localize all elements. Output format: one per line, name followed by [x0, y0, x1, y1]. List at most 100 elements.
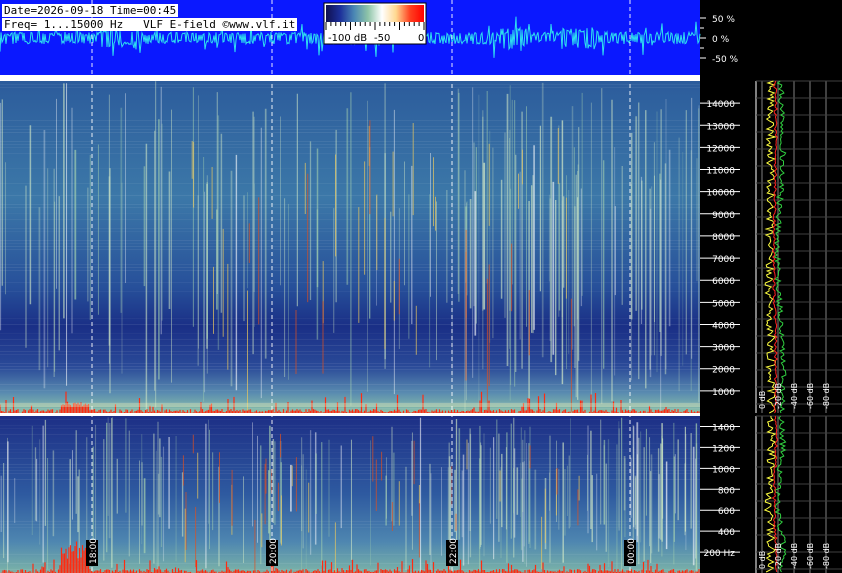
frequency-tick-label: 12000	[706, 144, 735, 154]
time-label-group: 22:00	[446, 538, 459, 566]
texture-row	[0, 270, 700, 271]
texture-row	[0, 318, 700, 319]
frequency-tick-label: 200 Hz	[703, 549, 735, 559]
colorbar-label: 0	[418, 33, 424, 44]
frequency-tick-label: 5000	[712, 299, 735, 309]
texture-row	[0, 390, 700, 391]
profile-tick-group: -40 dB	[790, 543, 799, 569]
texture-row	[0, 449, 700, 450]
texture-row	[0, 84, 700, 85]
texture-row	[0, 345, 700, 346]
colorbar-label: -50	[374, 33, 390, 44]
profile-tick-label: 0 dB	[758, 551, 767, 569]
texture-row	[0, 443, 700, 444]
profile-tick-group: -60 dB	[806, 383, 815, 409]
texture-row	[0, 87, 700, 88]
frequency-tick-label: 400	[718, 528, 735, 538]
texture-row	[0, 524, 700, 525]
texture-row	[0, 144, 700, 145]
texture-row	[0, 425, 700, 426]
frequency-tick-label: 14000	[706, 100, 735, 110]
texture-row	[0, 204, 700, 205]
texture-row	[0, 132, 700, 133]
texture-row	[0, 243, 700, 244]
frequency-tick-label: 10000	[706, 189, 735, 199]
colorbar: -100 dB -50 0	[323, 2, 427, 45]
texture-row	[0, 147, 700, 148]
time-label: 20:00	[269, 538, 279, 564]
profile-tick-label: -20 dB	[774, 383, 783, 409]
frequency-tick-label: 4000	[712, 321, 735, 331]
profile-tick-label: 0 dB	[758, 391, 767, 409]
texture-row	[0, 452, 700, 453]
frequency-tick-label: 6000	[712, 277, 735, 287]
spectrogram-lowband	[0, 416, 700, 573]
spectrogram-lowband-background	[0, 416, 700, 573]
texture-row	[0, 207, 700, 208]
profile-tick-group: 0 dB	[758, 391, 767, 409]
time-label: 18:00	[89, 538, 99, 564]
texture-row	[0, 249, 700, 250]
profile-tick-group: -40 dB	[790, 383, 799, 409]
texture-row	[0, 458, 700, 459]
texture-row	[0, 153, 700, 154]
time-label: 00:00	[627, 538, 637, 564]
texture-row	[0, 219, 700, 220]
frequency-tick-label: 11000	[706, 167, 735, 177]
colorbar-gradient	[326, 5, 424, 22]
texture-row	[0, 521, 700, 522]
panel-separator	[0, 75, 700, 81]
texture-row	[0, 363, 700, 364]
texture-row	[0, 366, 700, 367]
texture-row	[0, 470, 700, 471]
texture-row	[0, 264, 700, 265]
texture-row	[0, 473, 700, 474]
low-frequency-band	[0, 403, 700, 407]
time-label: 22:00	[449, 538, 459, 564]
frequency-tick-label: 2000	[712, 366, 735, 376]
vlf-spectrogram-display: 50 % 0 % -50 % -100 dB -50 0 18:00 20:00 22:00 00…	[0, 0, 842, 573]
frequency-tick-label: 600	[718, 507, 735, 517]
spectrogram-wideband	[0, 81, 700, 413]
profile-tick-group: -20 dB	[774, 383, 783, 409]
header-date-time: Date=2026-09-18 Time=00:45	[2, 4, 179, 17]
frequency-tick-label: 13000	[706, 122, 735, 132]
frequency-tick-label: 1200	[712, 444, 735, 454]
profile-tick-label: -80 dB	[822, 543, 831, 569]
texture-row	[0, 467, 700, 468]
texture-row	[0, 183, 700, 184]
frequency-tick-label: 8000	[712, 233, 735, 243]
texture-row	[0, 479, 700, 480]
texture-row	[0, 240, 700, 241]
frequency-tick-label: 1400	[712, 423, 735, 433]
texture-row	[0, 419, 700, 420]
texture-row	[0, 324, 700, 325]
texture-row	[0, 339, 700, 340]
time-label-group: 20:00	[266, 538, 279, 566]
texture-row	[0, 195, 700, 196]
texture-row	[0, 291, 700, 292]
time-label-group: 00:00	[624, 538, 637, 566]
frequency-tick-label: 1000	[712, 465, 735, 475]
profile-tick-group: 0 dB	[758, 551, 767, 569]
frequency-tick-label: 800	[718, 486, 735, 496]
frequency-tick-label: 9000	[712, 211, 735, 221]
texture-row	[0, 563, 700, 564]
texture-row	[0, 527, 700, 528]
texture-row	[0, 351, 700, 352]
texture-row	[0, 282, 700, 283]
waveform-tick-label: -50 %	[712, 55, 739, 65]
frequency-tick-label: 1000	[712, 388, 735, 398]
texture-row	[0, 464, 700, 465]
texture-row	[0, 333, 700, 334]
profile-tick-label: -20 dB	[774, 543, 783, 569]
panel-separator	[0, 413, 700, 416]
profile-tick-group: -80 dB	[822, 383, 831, 409]
waveform-tick-label: 50 %	[712, 15, 735, 25]
profile-tick-group: -80 dB	[822, 543, 831, 569]
waveform-tick-label: 0 %	[712, 35, 730, 45]
profile-tick-label: -80 dB	[822, 383, 831, 409]
texture-row	[0, 267, 700, 268]
texture-row	[0, 120, 700, 121]
texture-row	[0, 434, 700, 435]
